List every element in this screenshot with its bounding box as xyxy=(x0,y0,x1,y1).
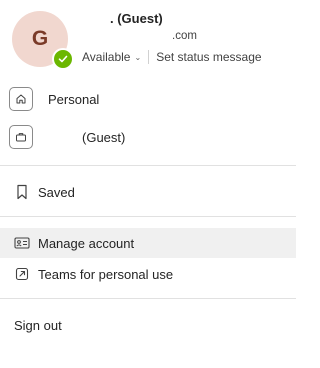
profile-email-text: .com xyxy=(172,30,197,42)
menu-item-label: Saved xyxy=(38,184,75,200)
divider xyxy=(0,298,296,299)
profile-name-text: . (Guest) xyxy=(110,11,163,26)
profile-header: G . (Guest) .com Available ⌄ Set status … xyxy=(0,0,296,80)
profile-email: .com xyxy=(82,30,197,42)
account-personal[interactable]: Personal xyxy=(0,82,296,116)
open-external-icon xyxy=(14,266,30,282)
avatar-initial: G xyxy=(31,27,49,50)
contact-card-icon xyxy=(14,235,30,251)
account-menu: G . (Guest) .com Available ⌄ Set status … xyxy=(0,0,296,368)
account-guest[interactable]: (Guest) xyxy=(0,120,296,154)
bookmark-icon xyxy=(14,184,30,200)
account-label: (Guest) xyxy=(82,129,126,145)
account-label: Personal xyxy=(48,91,100,107)
menu-item-manage-account[interactable]: Manage account xyxy=(0,228,296,258)
menu-item-label: Teams for personal use xyxy=(38,266,174,282)
status-separator xyxy=(148,50,150,64)
menu-item-label: Sign out xyxy=(14,317,62,333)
status-row: Available ⌄ Set status message xyxy=(82,50,262,64)
home-icon xyxy=(9,87,33,111)
menu-item-teams-personal[interactable]: Teams for personal use xyxy=(0,259,296,289)
set-status-message-link[interactable]: Set status message xyxy=(156,50,261,64)
presence-available-icon xyxy=(52,48,74,70)
menu-item-sign-out[interactable]: Sign out xyxy=(0,310,296,340)
chevron-down-icon: ⌄ xyxy=(134,52,142,62)
divider xyxy=(0,165,296,166)
briefcase-icon xyxy=(9,125,33,149)
profile-name: . (Guest) xyxy=(82,11,163,26)
menu-item-label: Manage account xyxy=(38,235,135,251)
status-dropdown[interactable]: Available xyxy=(82,50,130,64)
menu-item-saved[interactable]: Saved xyxy=(0,177,296,207)
divider xyxy=(0,216,296,217)
